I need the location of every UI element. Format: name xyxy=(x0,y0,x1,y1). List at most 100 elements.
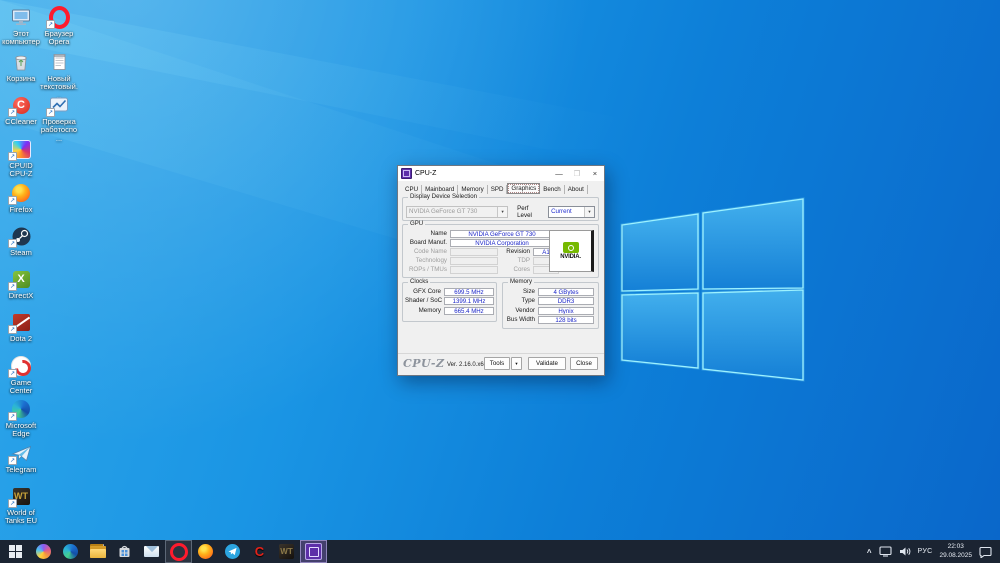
chevron-down-icon: ▼ xyxy=(584,207,594,217)
shortcut-arrow-icon: ↗ xyxy=(8,412,17,421)
language-indicator[interactable]: РУС xyxy=(918,548,933,555)
gpu-name-value: NVIDIA GeForce GT 730 xyxy=(450,230,554,239)
taskbar-microsoft-store[interactable] xyxy=(111,540,138,563)
perf-level-dropdown[interactable]: Current ▼ xyxy=(548,206,595,218)
taskbar-opera[interactable] xyxy=(165,540,192,563)
action-center-icon[interactable] xyxy=(979,546,992,558)
tools-dropdown-arrow[interactable]: ▼ xyxy=(511,357,522,370)
desktop-icon-health-check[interactable]: ↗ Проверка работоспо... xyxy=(40,93,78,143)
steam-icon: ↗ xyxy=(8,224,33,248)
system-tray: ^ РУС 22:03 29.08.2025 xyxy=(867,540,1000,563)
shortcut-arrow-icon: ↗ xyxy=(8,456,17,465)
code-name-label: Code Name xyxy=(413,248,447,256)
shortcut-arrow-icon: ↗ xyxy=(8,152,17,161)
opera-icon: ↗ xyxy=(46,5,71,29)
group-label: Clocks xyxy=(408,278,431,286)
desktop-icon-game-center[interactable]: ↗ Game Center xyxy=(2,354,40,396)
desktop-icon-label: CPUID CPU-Z xyxy=(9,161,33,179)
desktop-icon-firefox[interactable]: ↗ Firefox xyxy=(2,181,40,214)
desktop-icon-label: Браузер Opera xyxy=(44,29,74,47)
cores-label: Cores xyxy=(513,266,530,274)
shortcut-arrow-icon: ↗ xyxy=(46,108,55,117)
taskbar-ccleaner[interactable]: C xyxy=(246,540,273,563)
desktop-icon-this-pc[interactable]: Этот компьютер xyxy=(2,5,40,47)
tab-bench[interactable]: Bench xyxy=(540,185,565,194)
display-tray-icon[interactable] xyxy=(878,546,892,557)
telegram-icon: ↗ xyxy=(8,441,33,465)
time: 22:03 xyxy=(947,543,964,551)
mem-type-row: Type DDR3 xyxy=(505,297,598,306)
desktop-icon-cpuid-cpuz[interactable]: ↗ CPUID CPU-Z xyxy=(2,137,40,179)
taskbar-mail[interactable] xyxy=(138,540,165,563)
volume-icon[interactable] xyxy=(899,546,911,557)
mem-buswidth-row: Bus Width 128 bits xyxy=(505,316,598,325)
taskbar-copilot[interactable] xyxy=(30,540,57,563)
shortcut-arrow-icon: ↗ xyxy=(8,196,17,205)
validate-button[interactable]: Validate xyxy=(528,357,566,370)
this-pc-icon xyxy=(9,5,33,29)
taskbar-edge[interactable] xyxy=(57,540,84,563)
gfx-core-value: 699.5 MHz xyxy=(444,288,494,296)
desktop-icon-directx[interactable]: X ↗ DirectX xyxy=(2,267,40,300)
desktop-icon-label: World of Tanks EU xyxy=(4,508,38,526)
edge-icon: ↗ xyxy=(8,397,33,421)
desktop-icon-microsoft-edge[interactable]: ↗ Microsoft Edge xyxy=(2,397,40,439)
taskbar-telegram[interactable] xyxy=(219,540,246,563)
taskbar-cpuz[interactable] xyxy=(300,540,327,563)
tab-spd[interactable]: SPD xyxy=(488,185,508,194)
shortcut-arrow-icon: ↗ xyxy=(8,282,17,291)
mem-size-row: Size 4 GBytes xyxy=(505,288,598,296)
shortcut-arrow-icon: ↗ xyxy=(8,499,17,508)
tab-about[interactable]: About xyxy=(565,185,588,194)
desktop-icon-ccleaner[interactable]: C ↗ CCleaner xyxy=(2,93,40,126)
ccleaner-icon: C ↗ xyxy=(8,93,33,117)
desktop-icon-telegram[interactable]: ↗ Telegram xyxy=(2,441,40,474)
windows-flag-icon xyxy=(8,545,22,558)
desktop-icon-label: Проверка работоспо... xyxy=(40,117,78,143)
gpu-group: GPU Name NVIDIA GeForce GT 730 Board Man… xyxy=(402,220,599,278)
desktop-icon-steam[interactable]: ↗ Steam xyxy=(2,224,40,257)
board-manuf-value: NVIDIA Corporation xyxy=(450,239,554,248)
world-of-tanks-icon: WT ↗ xyxy=(8,484,33,508)
world-of-tanks-icon: WT xyxy=(279,544,294,559)
desktop-icon-world-of-tanks[interactable]: WT ↗ World of Tanks EU xyxy=(2,484,40,526)
window-title: CPU-Z xyxy=(415,170,437,177)
tools-button[interactable]: Tools xyxy=(484,357,510,370)
group-label: Memory xyxy=(508,278,535,286)
start-button[interactable] xyxy=(0,540,30,563)
dota2-icon: ↗ xyxy=(8,310,33,334)
close-button[interactable]: Close xyxy=(570,357,598,370)
desktop-icon-dota2[interactable]: ↗ Dota 2 xyxy=(2,310,40,343)
display-device-selection-group: Display Device Selection NVIDIA GeForce … xyxy=(402,193,599,221)
tab-graphics[interactable]: Graphics xyxy=(507,183,541,194)
mem-vendor-value: Hynix xyxy=(538,306,594,315)
date: 29.08.2025 xyxy=(939,551,972,559)
taskbar-world-of-tanks[interactable]: WT xyxy=(273,540,300,563)
game-center-icon: ↗ xyxy=(8,354,33,378)
title-bar[interactable]: CPU-Z — ❐ × xyxy=(398,166,604,181)
window-footer: CPU-Z Ver. 2.16.0.x64 Tools ▼ Validate C… xyxy=(398,353,604,375)
telegram-icon xyxy=(225,544,240,559)
mail-icon xyxy=(144,546,159,557)
desktop-icon-recycle-bin[interactable]: Корзина xyxy=(2,50,40,83)
desktop-icon-label: Корзина xyxy=(6,74,36,83)
desktop-icon-label: Steam xyxy=(10,248,32,257)
hidden-icons-chevron[interactable]: ^ xyxy=(867,548,872,557)
minimize-button[interactable]: — xyxy=(550,166,568,181)
revision-label: Revision xyxy=(506,248,530,256)
taskbar-firefox[interactable] xyxy=(192,540,219,563)
copilot-icon xyxy=(36,544,51,559)
directx-icon: X ↗ xyxy=(8,267,33,291)
rops-tmus-value xyxy=(450,266,498,275)
taskbar-file-explorer[interactable] xyxy=(84,540,111,563)
desktop-icon-opera[interactable]: ↗ Браузер Opera xyxy=(40,5,78,47)
close-window-button[interactable]: × xyxy=(586,166,604,181)
shortcut-arrow-icon: ↗ xyxy=(8,325,17,334)
clock[interactable]: 22:03 29.08.2025 xyxy=(939,543,972,559)
version-text: Ver. 2.16.0.x64 xyxy=(447,362,488,368)
cpuz-app-icon xyxy=(401,168,412,179)
shader-soc-row: Shader / SoC 1399.1 MHz xyxy=(405,297,496,306)
code-name-value xyxy=(450,248,498,257)
name-label: Name xyxy=(430,230,447,238)
memory-clock-row: Memory 665.4 MHz xyxy=(405,306,496,315)
